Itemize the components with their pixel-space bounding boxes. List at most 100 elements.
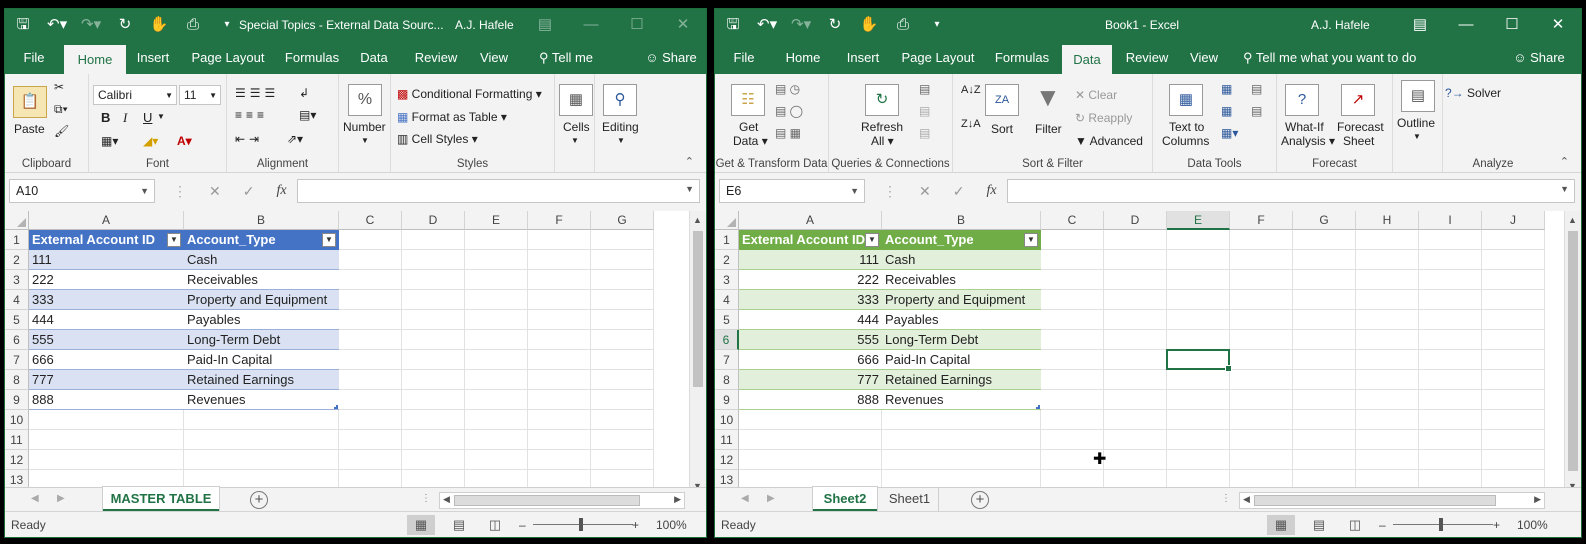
touch-mode-icon[interactable]: ✋ (149, 16, 169, 34)
row-header[interactable]: 5 (715, 310, 739, 330)
maximize-icon[interactable]: ☐ (614, 9, 660, 41)
table-cell[interactable]: Retained Earnings (184, 370, 339, 390)
tab-formulas[interactable]: Formulas (283, 41, 341, 74)
table-cell[interactable]: Long-Term Debt (184, 330, 339, 350)
active-cell[interactable] (1166, 349, 1232, 372)
group-cells[interactable]: ▦ Cells ▼ (555, 74, 595, 173)
group-outline[interactable]: ▤ Outline ▼ (1393, 74, 1443, 173)
filter-dropdown-icon[interactable]: ▼ (1024, 233, 1038, 247)
table-cell[interactable]: 777 (29, 370, 184, 390)
tab-home[interactable]: Home (64, 45, 126, 74)
column-header[interactable]: J (1482, 211, 1545, 230)
table-cell[interactable]: 555 (29, 330, 184, 350)
solver-button[interactable]: ?→ Solver (1445, 86, 1501, 100)
row-header[interactable]: 6 (715, 330, 739, 350)
scroll-up-icon[interactable]: ▲ (693, 215, 702, 225)
indent-icons[interactable]: ⇤⇥ (235, 132, 263, 146)
row-header[interactable]: 10 (715, 410, 739, 430)
paste-button[interactable]: Paste (14, 122, 45, 136)
row-header[interactable]: 9 (715, 390, 739, 410)
maximize-icon[interactable]: ☐ (1489, 9, 1535, 41)
editing-button[interactable]: Editing (602, 120, 639, 134)
zoom-level[interactable]: 100% (1517, 518, 1548, 532)
format-painter-icon[interactable]: 🖌 (54, 124, 69, 138)
filter-icon[interactable]: ▼ (1035, 82, 1061, 113)
tab-formulas[interactable]: Formulas (993, 41, 1051, 74)
row-header[interactable]: 11 (715, 430, 739, 450)
row-header[interactable]: 2 (715, 250, 739, 270)
zoom-slider-thumb[interactable] (1439, 518, 1443, 531)
table-cell[interactable]: Payables (882, 310, 1041, 330)
table-cell[interactable]: Revenues (184, 390, 339, 410)
scroll-right-icon[interactable]: ▶ (674, 494, 681, 505)
tab-file[interactable]: File (15, 41, 53, 74)
column-header[interactable]: A (739, 211, 882, 230)
underline-button[interactable]: U (143, 110, 152, 125)
redo-icon[interactable]: ↷▾ (791, 16, 811, 34)
horizontal-scrollbar[interactable]: ◀ ▶ (1239, 492, 1545, 509)
number-button[interactable]: Number (343, 120, 386, 134)
row-header[interactable]: 5 (5, 310, 29, 330)
refresh-all-label[interactable]: All ▾ (871, 134, 894, 148)
page-layout-view-icon[interactable]: ▤ (445, 515, 473, 535)
table-cell[interactable]: Receivables (882, 270, 1041, 290)
customize-toolbar-icon[interactable]: ▾ (927, 16, 947, 34)
table-cell[interactable]: 444 (739, 310, 882, 330)
table-resize-handle[interactable] (1036, 405, 1040, 409)
scroll-up-icon[interactable]: ▲ (1568, 215, 1577, 225)
table-cell[interactable]: Revenues (882, 390, 1041, 410)
scroll-right-icon[interactable]: ▶ (1534, 494, 1541, 505)
column-header[interactable]: E (1167, 211, 1230, 230)
row-header[interactable]: 7 (715, 350, 739, 370)
share-button[interactable]: ☺ Share (1511, 41, 1567, 74)
data-validation-icon[interactable]: ▦▾ (1221, 126, 1238, 140)
touch-mode-icon[interactable]: ✋ (859, 16, 879, 34)
page-break-view-icon[interactable]: ◫ (1341, 515, 1369, 535)
insert-function-icon[interactable]: fx (986, 179, 996, 203)
save-icon[interactable]: 🖫 (13, 16, 33, 34)
zoom-slider[interactable] (533, 524, 633, 525)
table-cell[interactable]: Receivables (184, 270, 339, 290)
clear-button[interactable]: ✕ Clear (1075, 88, 1117, 102)
text-to-columns-label[interactable]: Columns (1162, 134, 1209, 148)
row-header[interactable]: 1 (715, 230, 739, 250)
vertical-align-icons[interactable]: ☰☰☰ (235, 86, 279, 100)
row-header[interactable]: 9 (5, 390, 29, 410)
row-header[interactable]: 3 (715, 270, 739, 290)
table-resize-handle[interactable] (334, 405, 338, 409)
row-header[interactable]: 6 (5, 330, 29, 350)
save-icon[interactable]: 🖫 (723, 16, 743, 34)
properties-icon[interactable]: ▤ (919, 104, 930, 118)
group-number[interactable]: % Number ▼ (339, 74, 391, 173)
row-header[interactable]: 8 (5, 370, 29, 390)
borders-icon[interactable]: ▦▾ (101, 134, 118, 148)
what-if-button[interactable]: What-If (1285, 120, 1324, 134)
ribbon-display-icon[interactable]: ▤ (1397, 9, 1443, 41)
forecast-sheet-button[interactable]: Forecast (1337, 120, 1384, 134)
table-cell[interactable]: 111 (739, 250, 882, 270)
from-table-icon[interactable]: ▤ ▦ (775, 126, 801, 140)
tab-data[interactable]: Data (357, 41, 391, 74)
refresh-icon[interactable]: ↻ (825, 16, 845, 34)
prev-sheet-icon[interactable]: ◀ (31, 493, 39, 504)
table-header-cell[interactable]: Account_Type (882, 230, 1041, 250)
name-box[interactable]: A10 ▼ (9, 179, 155, 203)
refresh-icon[interactable]: ↻ (115, 16, 135, 34)
next-sheet-icon[interactable]: ▶ (57, 493, 65, 504)
zoom-in-icon[interactable]: + (1493, 518, 1500, 532)
column-header[interactable]: C (1041, 211, 1104, 230)
forecast-sheet-label[interactable]: Sheet (1343, 134, 1374, 148)
close-icon[interactable]: ✕ (660, 9, 706, 41)
ribbon-display-icon[interactable]: ▤ (522, 9, 568, 41)
column-header[interactable]: E (465, 211, 528, 230)
tab-insert[interactable]: Insert (843, 41, 883, 74)
next-sheet-icon[interactable]: ▶ (767, 493, 775, 504)
filter-dropdown-icon[interactable]: ▼ (322, 233, 336, 247)
minimize-icon[interactable]: — (568, 9, 614, 41)
table-cell[interactable]: 666 (739, 350, 882, 370)
tab-view[interactable]: View (1187, 41, 1221, 74)
row-header[interactable]: 11 (5, 430, 29, 450)
scroll-thumb[interactable] (693, 231, 703, 387)
zoom-slider-thumb[interactable] (579, 518, 583, 531)
vertical-scrollbar[interactable]: ▲ ▼ (1564, 211, 1581, 494)
